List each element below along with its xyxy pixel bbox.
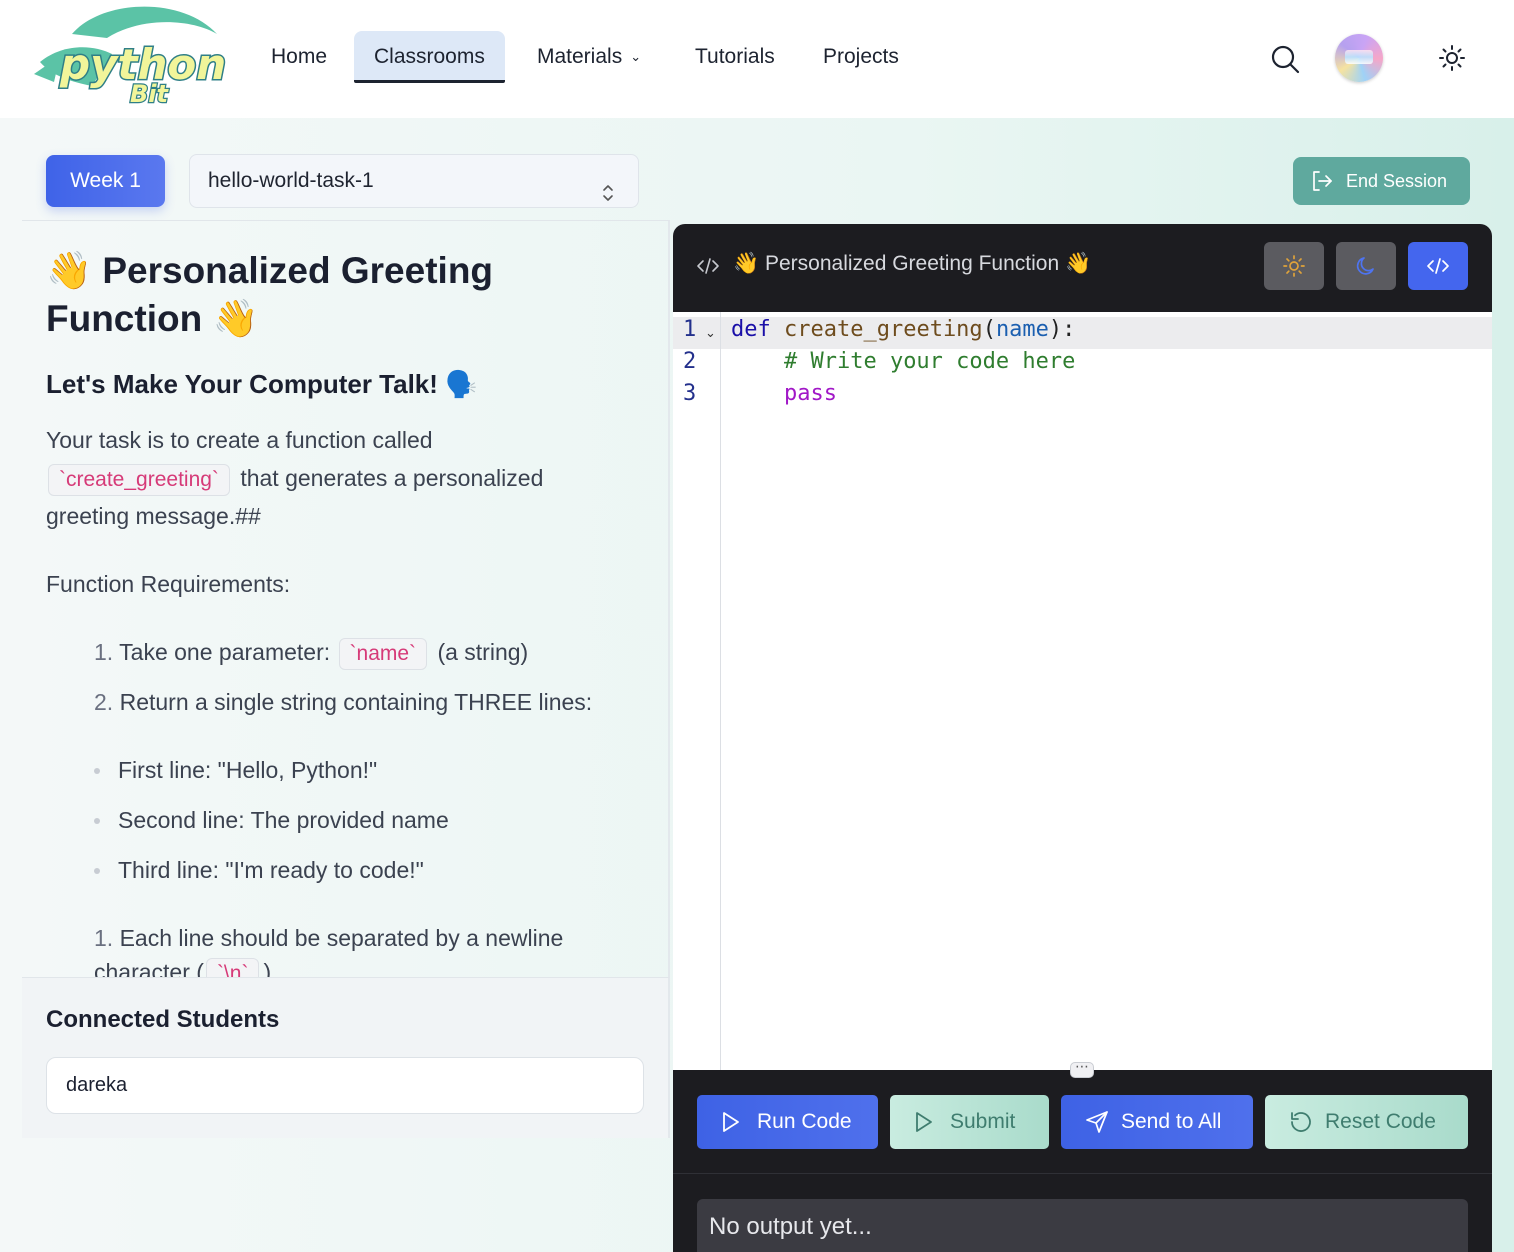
- code-keyword: def: [731, 317, 771, 342]
- editor-title: 👋 Personalized Greeting Function 👋: [733, 252, 1092, 275]
- task-select[interactable]: hello-world-task-1: [189, 154, 639, 208]
- code-icon: [1427, 258, 1449, 274]
- code-line: pass: [731, 381, 837, 406]
- line-number: 3: [683, 381, 697, 406]
- task-intro: Your task is to create a function called…: [46, 421, 626, 535]
- code-input-area[interactable]: 1 ⌄ 2 3 def create_greeting(name): # Wri…: [673, 312, 1492, 1070]
- code-keyword: pass: [783, 381, 837, 406]
- line-number: 2: [683, 349, 697, 374]
- send-to-all-label: Send to All: [1121, 1110, 1222, 1133]
- nav-tutorials-label: Tutorials: [695, 45, 775, 68]
- code-line: # Write your code here: [731, 349, 1075, 374]
- inline-code-name: `name`: [338, 638, 428, 670]
- play-icon: [723, 1112, 739, 1132]
- sun-icon[interactable]: [1438, 44, 1466, 77]
- output-console: No output yet...: [697, 1199, 1468, 1252]
- week-button[interactable]: Week 1: [46, 155, 165, 207]
- student-card[interactable]: dareka: [46, 1057, 644, 1114]
- code-function-name: create_greeting: [784, 317, 983, 342]
- requirement-number: 2.: [94, 689, 114, 715]
- editor-actions: Run Code Submit Send to All Reset Code: [673, 1070, 1492, 1174]
- bullet-item: First line: "Hello, Python!": [93, 753, 377, 787]
- dark-theme-button[interactable]: [1336, 242, 1396, 290]
- search-icon[interactable]: [1270, 44, 1300, 79]
- moon-icon: [1356, 257, 1374, 275]
- light-theme-button[interactable]: [1264, 242, 1324, 290]
- svg-text:Bit: Bit: [130, 80, 170, 108]
- user-avatar[interactable]: [1335, 34, 1383, 82]
- code-editor-panel: 👋 Personalized Greeting Function 👋 1 ⌄ 2…: [673, 224, 1492, 1252]
- intro-text-before: Your task is to create a function called: [46, 427, 433, 453]
- code-punct: (: [982, 317, 996, 342]
- requirement-text-cont: character (: [94, 959, 204, 977]
- end-session-button[interactable]: End Session: [1293, 157, 1470, 205]
- requirement-text: Each line should be separated by a newli…: [119, 925, 564, 951]
- code-punct: ):: [1048, 317, 1076, 342]
- end-session-label: End Session: [1346, 171, 1448, 191]
- code-theme-button[interactable]: [1408, 242, 1468, 290]
- inline-code-create-greeting: `create_greeting`: [48, 464, 230, 496]
- task-description-panel: 👋 Personalized Greeting Function 👋 Let's…: [22, 220, 670, 977]
- run-code-button[interactable]: Run Code: [697, 1095, 878, 1149]
- line-gutter: 1 ⌄ 2 3: [673, 312, 721, 1070]
- nav-classrooms-label: Classrooms: [374, 45, 485, 68]
- requirement-text: Take one parameter:: [119, 639, 331, 665]
- code-icon: [696, 256, 720, 281]
- send-icon: [1086, 1111, 1108, 1133]
- bullet-item: Second line: The provided name: [94, 803, 449, 837]
- nav-tutorials[interactable]: Tutorials: [675, 31, 795, 83]
- reset-code-label: Reset Code: [1325, 1110, 1436, 1133]
- requirement-item: 1. Each line should be separated by a ne…: [94, 921, 563, 977]
- requirement-number: 1.: [94, 925, 114, 951]
- nav-projects[interactable]: Projects: [803, 31, 919, 83]
- select-updown-icon: [602, 171, 614, 201]
- connected-students-heading: Connected Students: [46, 1006, 280, 1033]
- requirement-item: 1. Take one parameter: `name` (a string): [94, 635, 528, 670]
- line-number: 1: [683, 317, 697, 342]
- submit-label: Submit: [950, 1110, 1016, 1133]
- code-line: def create_greeting(name):: [731, 317, 1075, 342]
- task-select-value: hello-world-task-1: [208, 169, 374, 192]
- requirement-text: Return a single string containing THREE …: [119, 689, 593, 715]
- editor-header: 👋 Personalized Greeting Function 👋: [673, 224, 1492, 310]
- chevron-down-icon: ⌄: [630, 49, 642, 64]
- requirements-heading: Function Requirements:: [46, 571, 291, 597]
- requirement-number: 1.: [94, 639, 114, 665]
- nav-home[interactable]: Home: [251, 31, 347, 83]
- top-navbar: python Bit Home Classrooms Materials ⌄ Tu…: [0, 0, 1514, 118]
- code-param: name: [995, 317, 1049, 342]
- nav-home-label: Home: [271, 45, 328, 68]
- logout-icon: [1313, 171, 1332, 191]
- reset-code-button[interactable]: Reset Code: [1265, 1095, 1468, 1149]
- requirement-text-end: ): [263, 959, 272, 977]
- python-bit-logo[interactable]: python Bit: [32, 4, 228, 109]
- reset-icon: [1291, 1112, 1311, 1132]
- submit-button[interactable]: Submit: [890, 1095, 1049, 1149]
- task-subtitle: Let's Make Your Computer Talk! 🗣️: [46, 369, 478, 399]
- run-code-label: Run Code: [757, 1110, 852, 1133]
- send-to-all-button[interactable]: Send to All: [1061, 1095, 1253, 1149]
- inline-code-newline: `\n`: [205, 958, 260, 977]
- bullet-item: Third line: "I'm ready to code!": [94, 853, 424, 887]
- fold-chevron-icon[interactable]: ⌄: [705, 326, 716, 341]
- sun-icon: [1283, 255, 1305, 277]
- task-title: 👋 Personalized Greeting Function 👋: [46, 250, 494, 339]
- nav-classrooms[interactable]: Classrooms: [354, 31, 505, 83]
- play-icon: [916, 1112, 932, 1132]
- connected-students-panel: Connected Students dareka: [22, 977, 670, 1138]
- nav-materials-label: Materials: [537, 45, 623, 68]
- code-comment: # Write your code here: [783, 349, 1076, 374]
- requirement-item: 2. Return a single string containing THR…: [94, 685, 592, 719]
- requirement-text-after: (a string): [437, 639, 529, 665]
- nav-projects-label: Projects: [823, 45, 899, 68]
- nav-materials[interactable]: Materials ⌄: [517, 31, 661, 83]
